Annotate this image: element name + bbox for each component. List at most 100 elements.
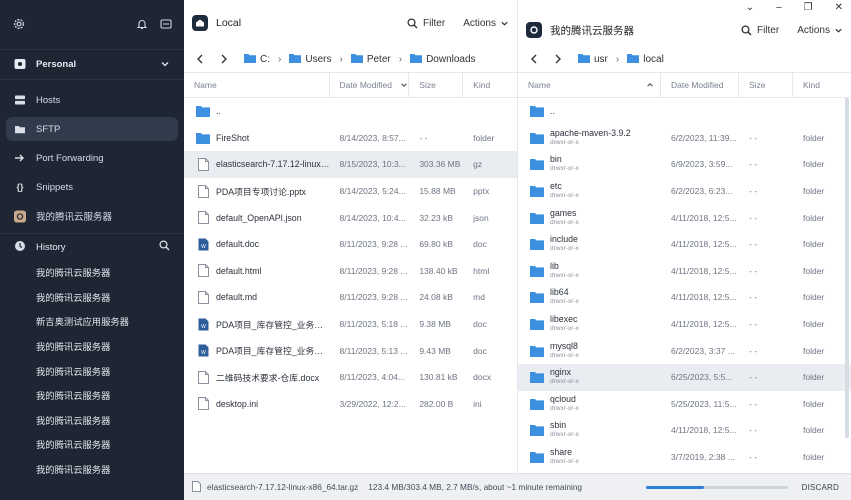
file-row[interactable]: ..	[518, 98, 851, 125]
back-arrow-icon[interactable]	[196, 54, 208, 64]
file-row[interactable]: W PDA项目_库存管控_业务蓝... 8/11/2023, 5:18 ... 9.3…	[184, 311, 517, 338]
file-icon	[192, 480, 201, 494]
history-item[interactable]: 我的腾讯云服务器	[0, 260, 184, 285]
file-row[interactable]: nginx drwxr-xr-x 6/25/2023, 5:5... - - folde…	[518, 363, 851, 391]
file-row[interactable]: default_OpenAPI.json 8/14/2023, 10:4... 32…	[184, 204, 517, 231]
file-row[interactable]: FireShot 8/14/2023, 8:57... - - folder	[184, 125, 517, 152]
back-arrow-icon[interactable]	[530, 54, 542, 64]
progress-fill	[645, 485, 704, 489]
folder-icon	[530, 264, 544, 278]
breadcrumb-label: C:	[260, 53, 270, 65]
forward-arrow-icon[interactable]	[554, 54, 566, 64]
file-row[interactable]: etc drwxr-xr-x 6/2/2023, 6:23... - - folder	[518, 178, 851, 205]
breadcrumb-item[interactable]: Peter ›	[350, 53, 402, 66]
file-row[interactable]: apache-maven-3.9.2 drwxr-xr-x 6/2/2023, 11…	[518, 125, 851, 152]
history-item[interactable]: 我的腾讯云服务器	[0, 358, 184, 383]
sidebar-item-hosts[interactable]: Hosts	[6, 88, 178, 112]
file-row[interactable]: games drwxr-xr-x 4/11/2018, 12:5... - - fold…	[518, 204, 851, 231]
history-item[interactable]: 我的腾讯云服务器	[0, 457, 184, 482]
vault-selector[interactable]: Personal	[0, 50, 184, 80]
size-cell: 24.08 kB	[419, 292, 453, 303]
host-label[interactable]: 我的腾讯云服务器	[550, 23, 723, 38]
close-icon[interactable]: ✕	[835, 2, 843, 13]
file-row[interactable]: PDA项目专项讨论.pptx 8/14/2023, 5:24... 15.88 MB…	[184, 178, 517, 205]
scrollbar[interactable]	[845, 98, 849, 438]
column-name[interactable]: Name	[184, 72, 330, 98]
actions-button[interactable]: Actions	[797, 25, 843, 36]
file-list: .. apache-maven-3.9.2 drwxr-xr-x 6/2/2023, …	[518, 98, 851, 470]
history-item[interactable]: 我的腾讯云服务器	[0, 334, 184, 359]
file-row[interactable]: ..	[184, 98, 517, 125]
file-row[interactable]: Wdefault.doc 8/11/2023, 9:28 ... 69.80 kB d…	[184, 231, 517, 258]
file-row[interactable]: W PDA项目_库存管控_业务蓝... 8/11/2023, 5:13 ... 9.4…	[184, 337, 517, 364]
svg-text:W: W	[201, 244, 206, 250]
date-cell: 6/2/2023, 6:23...	[671, 186, 733, 197]
history-item[interactable]: 我的腾讯云服务器	[0, 285, 184, 310]
file-row[interactable]: 二维码技术要求-仓库.docx 8/11/2023, 4:04... 130.81 …	[184, 364, 517, 391]
kind-cell: gz	[473, 159, 483, 170]
file-name-block: etc drwxr-xr-x	[550, 181, 579, 201]
restore-icon[interactable]: ❐	[804, 2, 813, 13]
sidebar-item-server[interactable]: 我的腾讯云服务器	[6, 204, 178, 228]
breadcrumb-separator-icon: ›	[615, 53, 620, 65]
folder-icon	[289, 53, 302, 66]
column-date-modified[interactable]: Date Modified	[661, 72, 739, 98]
filter-button[interactable]: Filter	[407, 18, 445, 29]
history-item[interactable]: 我的腾讯云服务器	[0, 432, 184, 457]
history-item[interactable]: 我的腾讯云服务器	[0, 383, 184, 408]
word-doc-icon: W	[196, 317, 210, 331]
file-row[interactable]: sbin drwxr-xr-x 4/11/2018, 12:5... - - folde…	[518, 417, 851, 444]
file-row[interactable]: libexec drwxr-xr-x 4/11/2018, 12:5... - - fo…	[518, 311, 851, 338]
chevron-down-icon[interactable]: ⌄	[746, 2, 754, 13]
breadcrumb-item[interactable]: local	[627, 53, 664, 66]
date-cell: 8/14/2023, 8:57...	[339, 132, 406, 143]
actions-button[interactable]: Actions	[463, 18, 509, 29]
breadcrumb-item[interactable]: Downloads	[410, 53, 476, 66]
kind-cell: folder	[803, 425, 825, 436]
sort-asc-icon	[647, 83, 653, 87]
sidebar-item-port-forwarding[interactable]: Port Forwarding	[6, 146, 178, 170]
file-name-cell: ..	[518, 104, 661, 118]
file-row[interactable]: share drwxr-xr-x 3/7/2019, 2:38 ... - - fold…	[518, 444, 851, 471]
file-row[interactable]: qcloud drwxr-xr-x 5/25/2023, 11:5... - - fol…	[518, 391, 851, 418]
column-name[interactable]: Name	[518, 72, 661, 98]
size-cell: - -	[749, 186, 758, 197]
file-row[interactable]: default.html 8/11/2023, 9:28 ... 138.40 kB…	[184, 258, 517, 285]
file-row[interactable]: default.md 8/11/2023, 9:28 ... 24.08 kB md	[184, 284, 517, 311]
discard-button[interactable]: DISCARD	[802, 483, 839, 492]
breadcrumb-item[interactable]: usr ›	[578, 53, 619, 66]
column-kind[interactable]: Kind	[463, 72, 517, 98]
file-row[interactable]: elasticsearch-7.17.12-linux-x8... 8/15/20…	[184, 151, 517, 178]
file-row[interactable]: mysql8 drwxr-xr-x 6/2/2023, 3:37 ... - - fol…	[518, 337, 851, 364]
file-row[interactable]: bin drwxr-xr-x 6/9/2023, 3:59... - - folder	[518, 151, 851, 178]
file-row[interactable]: desktop.ini 3/29/2022, 12:2... 282.00 B ini	[184, 391, 517, 418]
breadcrumb-label: Users	[305, 53, 332, 65]
forward-arrow-icon[interactable]	[220, 54, 232, 64]
history-item[interactable]: 新吉奥测试应用服务器	[0, 309, 184, 334]
date-cell: 4/11/2018, 12:5...	[671, 425, 737, 436]
file-icon	[196, 157, 210, 171]
column-size[interactable]: Size	[409, 72, 464, 98]
file-name-block: games drwxr-xr-x	[550, 208, 579, 228]
file-row[interactable]: lib drwxr-xr-x 4/11/2018, 12:5... - - folder	[518, 258, 851, 285]
bell-icon[interactable]	[124, 18, 148, 32]
file-row[interactable]: include drwxr-xr-x 4/11/2018, 12:5... - - fo…	[518, 231, 851, 258]
filter-button[interactable]: Filter	[741, 25, 779, 36]
host-label[interactable]: Local	[216, 17, 389, 29]
settings-gear-icon[interactable]	[12, 17, 26, 33]
file-row[interactable]: lib64 drwxr-xr-x 4/11/2018, 12:5... - - fold…	[518, 284, 851, 311]
breadcrumb-item[interactable]: Users ›	[289, 53, 343, 66]
sidebar-item-snippets[interactable]: {} Snippets	[6, 175, 178, 199]
minimize-icon[interactable]: –	[776, 2, 782, 13]
history-item[interactable]: 我的腾讯云服务器	[0, 408, 184, 433]
column-date-modified[interactable]: Date Modified	[330, 72, 410, 98]
sidebar-item-sftp[interactable]: SFTP	[6, 117, 178, 141]
search-icon[interactable]	[159, 240, 170, 254]
breadcrumb-item[interactable]: C: ›	[244, 53, 281, 66]
folder-icon	[530, 184, 544, 198]
message-icon[interactable]	[148, 18, 172, 32]
column-size[interactable]: Size	[739, 72, 793, 98]
size-cell: 69.80 kB	[419, 239, 453, 250]
column-kind[interactable]: Kind	[793, 72, 851, 98]
file-name-block: lib drwxr-xr-x	[550, 261, 579, 281]
